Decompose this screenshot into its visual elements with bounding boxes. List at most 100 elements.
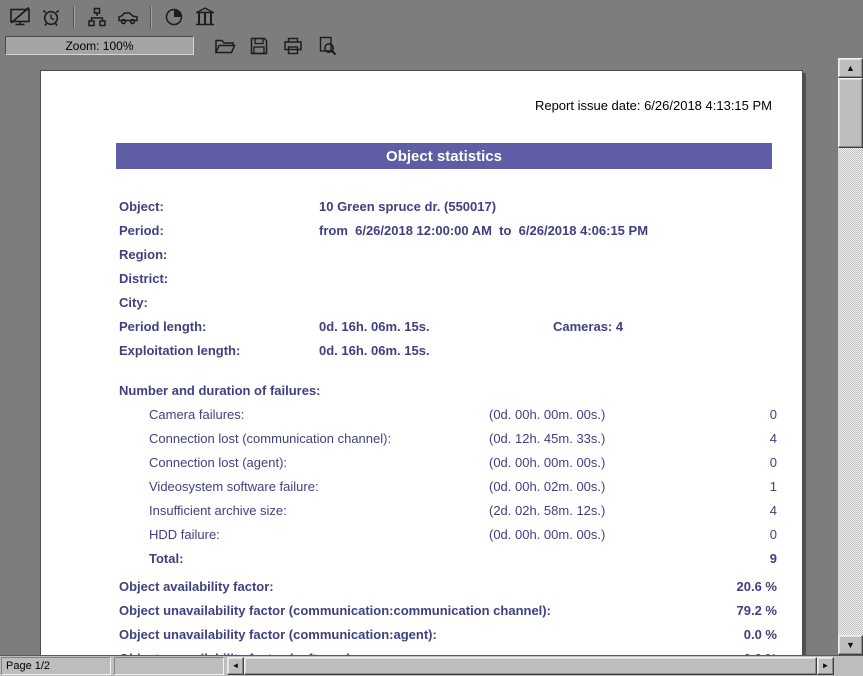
factor-label: Object unavailability factor (communicat…: [119, 599, 737, 623]
failure-count: 0: [659, 523, 777, 547]
failure-duration: (0d. 00h. 00m. 00s.): [489, 523, 659, 547]
report-title-bar: Object statistics: [116, 143, 772, 169]
factor-value: 20.6 %: [737, 575, 777, 599]
field-value: 0d. 16h. 06m. 15s.: [319, 315, 553, 339]
field-row-period-length: Period length: 0d. 16h. 06m. 15s. Camera…: [41, 315, 802, 339]
left-arrow-icon: ◄: [232, 662, 240, 670]
failure-label: HDD failure:: [149, 523, 489, 547]
network-button[interactable]: [84, 5, 110, 29]
statistics-button[interactable]: [192, 5, 218, 29]
failure-row: HDD failure: (0d. 00h. 00m. 00s.) 0: [41, 523, 802, 547]
horizontal-scroll-track[interactable]: [244, 657, 817, 675]
network-icon: [87, 7, 107, 27]
field-label: Period length:: [119, 315, 319, 339]
field-row-city: City:: [41, 291, 802, 315]
file-toolbar: Zoom: 100%: [0, 33, 863, 58]
failure-label: Connection lost (communication channel):: [149, 427, 489, 451]
page-indicator-label: Page 1/2: [6, 660, 50, 672]
field-label: Region:: [119, 243, 319, 267]
failure-count: 4: [659, 427, 777, 451]
zoom-level-control[interactable]: Zoom: 100%: [5, 36, 194, 55]
status-panel-empty: [114, 657, 224, 675]
clock-pie-icon: [164, 7, 184, 27]
factors-section: Object availability factor: 20.6 % Objec…: [41, 575, 802, 655]
field-label: Object:: [119, 195, 319, 219]
factor-row: Object availability factor: 20.6 %: [41, 575, 802, 599]
field-row-region: Region:: [41, 243, 802, 267]
field-label: District:: [119, 267, 319, 291]
right-arrow-icon: ►: [822, 662, 830, 670]
failure-count: 0: [659, 403, 777, 427]
failure-row: Connection lost (communication channel):…: [41, 427, 802, 451]
monitor-slash-icon: [9, 7, 31, 27]
field-label: Exploitation length:: [119, 339, 319, 363]
failure-label: Videosystem software failure:: [149, 475, 489, 499]
failure-duration: (2d. 02h. 58m. 12s.): [489, 499, 659, 523]
down-arrow-icon: ▼: [846, 641, 855, 650]
scroll-left-button[interactable]: ◄: [227, 657, 244, 675]
open-folder-icon: [214, 36, 236, 56]
total-label: Total:: [149, 547, 489, 571]
horizontal-scrollbar[interactable]: ◄ ►: [227, 657, 834, 675]
scroll-up-button[interactable]: ▲: [838, 58, 863, 78]
field-row-exploitation-length: Exploitation length: 0d. 16h. 06m. 15s.: [41, 339, 802, 363]
monitor-display-button[interactable]: [7, 5, 33, 29]
report-issue-date: Report issue date: 6/26/2018 4:13:15 PM: [41, 98, 802, 114]
car-icon: [117, 7, 139, 27]
report-fields: Object: 10 Green spruce dr. (550017) Per…: [41, 195, 802, 363]
scroll-right-button[interactable]: ►: [817, 657, 834, 675]
failure-duration: (0d. 00h. 02m. 00s.): [489, 475, 659, 499]
factor-row: Object unavailability factor (software):…: [41, 647, 802, 655]
factor-value: 0.0 %: [744, 647, 777, 655]
failure-label: Camera failures:: [149, 403, 489, 427]
failure-count: 1: [659, 475, 777, 499]
alarm-clock-button[interactable]: [38, 5, 64, 29]
failure-label: Insufficient archive size:: [149, 499, 489, 523]
field-value: from 6/26/2018 12:00:00 AM to 6/26/2018 …: [319, 219, 648, 243]
vertical-scroll-track[interactable]: [838, 78, 863, 635]
field-row-period: Period: from 6/26/2018 12:00:00 AM to 6/…: [41, 219, 802, 243]
up-arrow-icon: ▲: [846, 64, 855, 73]
toolbar-separator: [150, 6, 152, 28]
report-page: Report issue date: 6/26/2018 4:13:15 PM …: [40, 70, 803, 655]
print-button[interactable]: [280, 34, 306, 58]
main-area: Report issue date: 6/26/2018 4:13:15 PM …: [0, 58, 863, 655]
failure-count: 4: [659, 499, 777, 523]
total-duration-spacer: [489, 547, 659, 571]
factor-row: Object unavailability factor (communicat…: [41, 623, 802, 647]
failures-table: Camera failures: (0d. 00h. 00m. 00s.) 0 …: [41, 403, 802, 571]
factor-label: Object availability factor:: [119, 575, 737, 599]
factor-value: 79.2 %: [737, 599, 777, 623]
field-row-district: District:: [41, 267, 802, 291]
failures-total-row: Total: 9: [41, 547, 802, 571]
print-icon: [283, 36, 303, 56]
failure-count: 0: [659, 451, 777, 475]
main-toolbar: [0, 0, 863, 33]
save-button[interactable]: [246, 34, 272, 58]
report-title: Object statistics: [386, 148, 502, 165]
car-button[interactable]: [115, 5, 141, 29]
failure-duration: (0d. 12h. 45m. 33s.): [489, 427, 659, 451]
scroll-down-button[interactable]: ▼: [838, 635, 863, 655]
preview-button[interactable]: [314, 34, 340, 58]
failure-duration: (0d. 00h. 00m. 00s.): [489, 403, 659, 427]
factor-row: Object unavailability factor (communicat…: [41, 599, 802, 623]
failure-row: Videosystem software failure: (0d. 00h. …: [41, 475, 802, 499]
preview-magnifier-icon: [317, 36, 337, 56]
open-button[interactable]: [212, 34, 238, 58]
bank-building-icon: [194, 7, 216, 27]
clock-pie-button[interactable]: [161, 5, 187, 29]
field-label: Period:: [119, 219, 319, 243]
failure-row: Camera failures: (0d. 00h. 00m. 00s.) 0: [41, 403, 802, 427]
field-value: 10 Green spruce dr. (550017): [319, 195, 496, 219]
factor-label: Object unavailability factor (communicat…: [119, 623, 744, 647]
save-icon: [249, 36, 269, 56]
page-indicator: Page 1/2: [1, 657, 111, 675]
total-count: 9: [659, 547, 777, 571]
field-value: 0d. 16h. 06m. 15s.: [319, 339, 430, 363]
vertical-scroll-thumb[interactable]: [838, 78, 863, 148]
vertical-scrollbar[interactable]: ▲ ▼: [838, 58, 863, 655]
failure-label: Connection lost (agent):: [149, 451, 489, 475]
alarm-clock-icon: [41, 7, 61, 27]
horizontal-scroll-thumb[interactable]: [244, 657, 817, 675]
